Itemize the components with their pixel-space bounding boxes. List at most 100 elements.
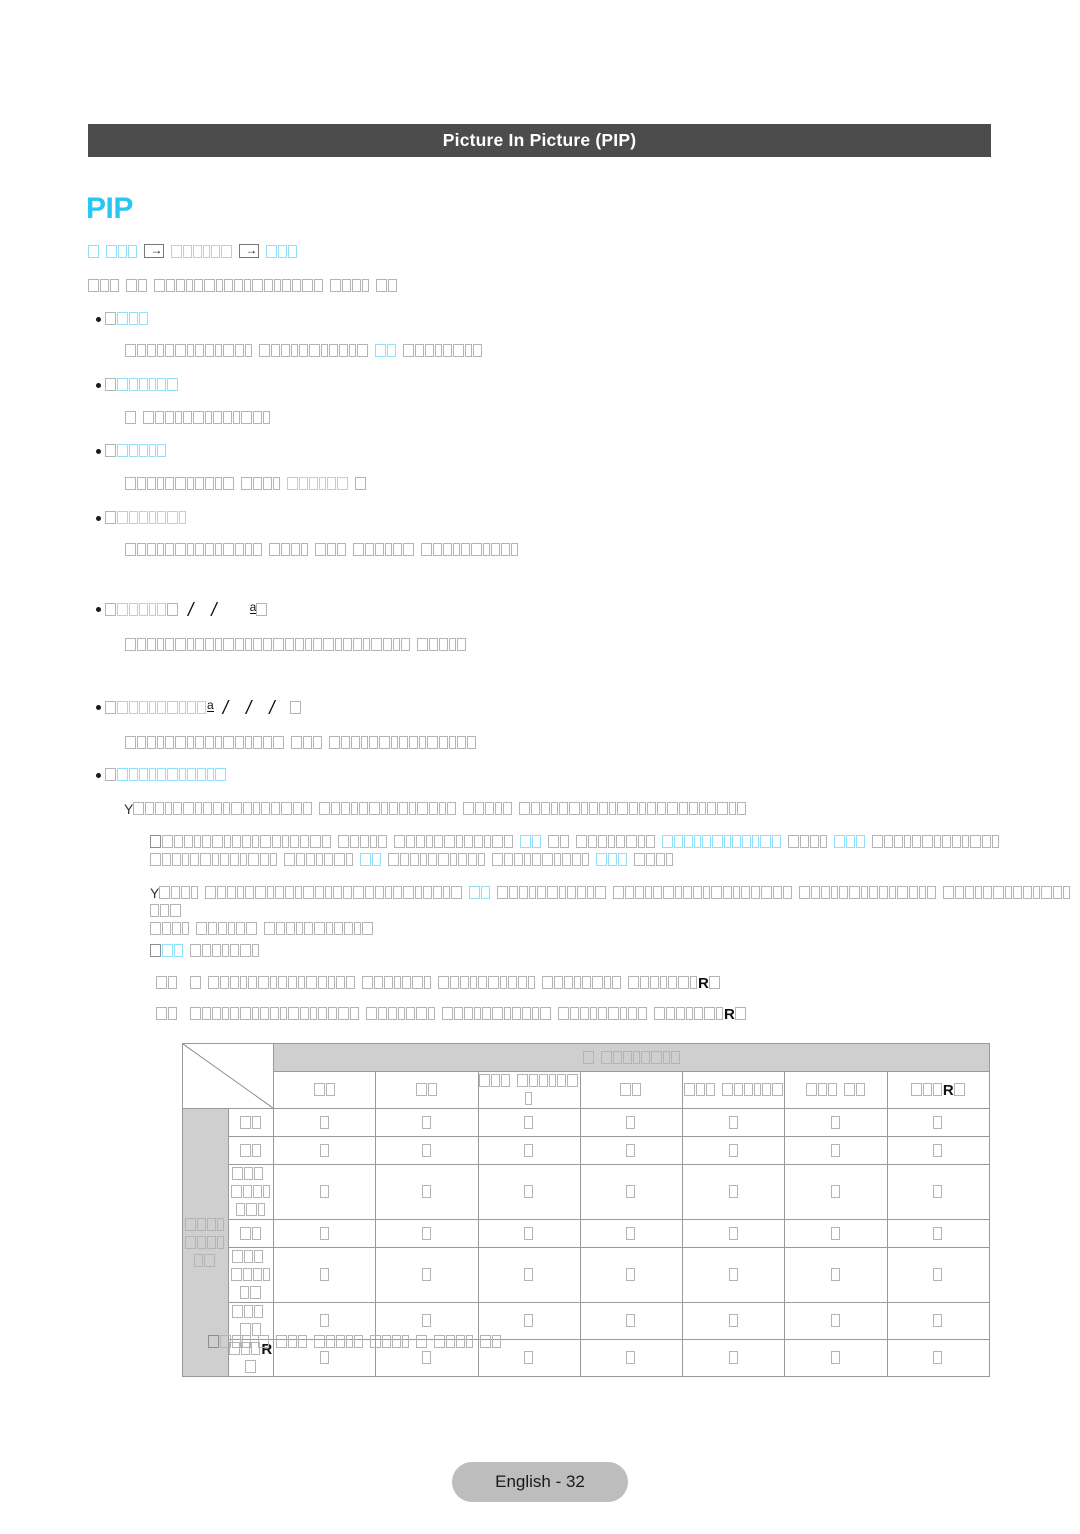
matrix-cell bbox=[375, 1247, 479, 1303]
slash-separator: / bbox=[188, 600, 194, 621]
matrix-cell bbox=[375, 1164, 479, 1220]
matrix-cell bbox=[579, 1302, 684, 1340]
section-heading: PIP bbox=[86, 192, 133, 225]
menu-path-segment-1 bbox=[88, 243, 138, 260]
menu-path-breadcrumb bbox=[88, 243, 298, 261]
matrix-column-header-col-6 bbox=[784, 1071, 888, 1109]
matrix-cell bbox=[886, 1164, 991, 1220]
cell-box-icon bbox=[831, 1268, 841, 1281]
matrix-cell bbox=[477, 1164, 581, 1220]
cell-box-icon bbox=[421, 1115, 431, 1129]
matrix-cell bbox=[886, 1108, 991, 1137]
matrix-cell bbox=[682, 1136, 786, 1165]
source-note-1 bbox=[150, 833, 1000, 869]
cell-box-icon bbox=[933, 1115, 943, 1129]
bullet-item-body bbox=[125, 342, 483, 360]
page-number-label: English - 32 bbox=[495, 1472, 585, 1491]
y-glyph: Y bbox=[124, 801, 134, 817]
matrix-row bbox=[183, 1219, 991, 1248]
page-title: Picture In Picture (PIP) bbox=[442, 130, 637, 150]
cell-box-icon bbox=[626, 1268, 636, 1281]
cell-box-icon bbox=[728, 1143, 738, 1157]
matrix-row-header-row-3 bbox=[227, 1164, 274, 1220]
matrix-column-header-col-5 bbox=[682, 1071, 786, 1109]
matrix-cell bbox=[477, 1108, 581, 1137]
bullet-dot-icon bbox=[96, 705, 101, 710]
r-glyph: R bbox=[724, 1006, 735, 1023]
source-numbered-line-1: R bbox=[156, 974, 721, 992]
matrix-corner-cell bbox=[182, 1043, 274, 1109]
matrix-cell bbox=[682, 1302, 786, 1340]
bullet-item-source bbox=[96, 766, 227, 784]
source-subheading bbox=[150, 942, 260, 960]
cell-box-icon bbox=[421, 1351, 431, 1364]
bullet-item-size: a / / / bbox=[96, 698, 302, 720]
cell-box-icon bbox=[524, 1268, 534, 1281]
corner-diagonal-icon bbox=[183, 1044, 273, 1108]
cell-box-icon bbox=[319, 1143, 329, 1157]
bullet-item-label bbox=[105, 442, 167, 460]
slash-separator: / bbox=[245, 698, 252, 719]
bullet-item-3 bbox=[96, 442, 167, 460]
matrix-cell bbox=[272, 1164, 377, 1220]
cell-box-icon bbox=[421, 1314, 431, 1327]
matrix-cell bbox=[579, 1136, 684, 1165]
bullet-item-source-label bbox=[105, 766, 227, 784]
superscript-a: a bbox=[249, 600, 257, 614]
slash-separator: / bbox=[269, 698, 275, 719]
cell-box-icon bbox=[831, 1185, 841, 1198]
cell-box-icon bbox=[831, 1115, 841, 1129]
cell-box-icon bbox=[933, 1314, 943, 1327]
cell-box-icon bbox=[319, 1185, 329, 1198]
matrix-cell bbox=[579, 1108, 684, 1137]
matrix-cell bbox=[886, 1136, 991, 1165]
matrix-cell bbox=[477, 1247, 581, 1303]
matrix-cell bbox=[682, 1247, 786, 1303]
matrix-row bbox=[182, 1108, 991, 1377]
cell-box-icon bbox=[319, 1226, 329, 1240]
cell-box-icon bbox=[933, 1351, 943, 1364]
bullet-dot-icon bbox=[96, 383, 101, 388]
cell-box-icon bbox=[728, 1226, 738, 1240]
page-header-bar: Picture In Picture (PIP) bbox=[88, 124, 991, 157]
menu-path-segment-2 bbox=[170, 243, 233, 260]
matrix-cell bbox=[784, 1219, 888, 1248]
matrix-cell bbox=[579, 1219, 684, 1248]
cell-box-icon bbox=[524, 1226, 534, 1240]
bullet-item-body bbox=[125, 475, 367, 493]
cell-box-icon bbox=[626, 1314, 636, 1327]
cell-box-icon bbox=[728, 1115, 738, 1129]
cell-box-icon bbox=[319, 1268, 329, 1281]
cell-box-icon bbox=[831, 1226, 841, 1240]
matrix-cell bbox=[272, 1247, 377, 1303]
cell-box-icon bbox=[626, 1115, 636, 1129]
cell-box-icon bbox=[319, 1115, 329, 1129]
cell-box-icon bbox=[831, 1351, 841, 1364]
matrix-cell bbox=[784, 1136, 888, 1165]
note-box-icon bbox=[150, 835, 161, 848]
compatibility-matrix: R R bbox=[182, 1043, 991, 1377]
matrix-row-header-row-5 bbox=[227, 1247, 274, 1303]
matrix-cell bbox=[272, 1136, 377, 1165]
matrix-table: R R bbox=[182, 1043, 991, 1377]
matrix-column-header-col-7: R bbox=[886, 1071, 991, 1109]
table-footnote bbox=[208, 1333, 502, 1351]
matrix-cell bbox=[477, 1136, 581, 1165]
matrix-cell bbox=[579, 1247, 684, 1303]
matrix-cell bbox=[886, 1302, 991, 1340]
matrix-row bbox=[183, 1247, 991, 1303]
bullet-item-ratio-label: / / a bbox=[105, 600, 268, 622]
matrix-row-header-row-1 bbox=[227, 1108, 274, 1137]
matrix-cell bbox=[477, 1219, 581, 1248]
bullet-item-1 bbox=[96, 310, 149, 328]
matrix-column-header-col-1 bbox=[272, 1071, 377, 1109]
matrix-cell bbox=[579, 1339, 684, 1377]
note-y-icon: Y bbox=[150, 885, 160, 901]
matrix-top-header-row bbox=[182, 1043, 990, 1109]
matrix-column-header-col-4 bbox=[579, 1071, 684, 1109]
bullet-item-label bbox=[105, 310, 149, 328]
cell-box-icon bbox=[524, 1143, 534, 1157]
bullet-item-body bbox=[125, 541, 519, 559]
slash-separator: / bbox=[211, 600, 217, 621]
matrix-column-header-row: R bbox=[183, 1071, 991, 1109]
